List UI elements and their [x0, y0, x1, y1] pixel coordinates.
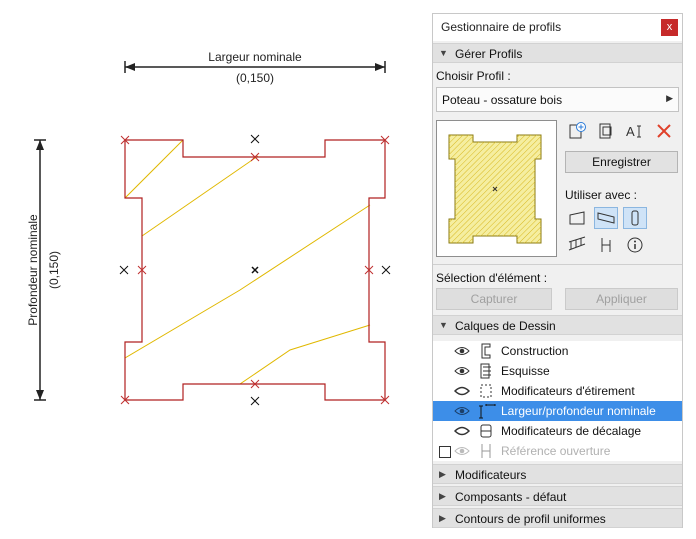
- width-label: Largeur nominale: [208, 50, 302, 64]
- depth-value: (0,150): [47, 251, 61, 289]
- profile-drawing-canvas[interactable]: Largeur nominale (0,150) Profondeur nomi…: [0, 0, 430, 539]
- layer-row-opening-reference[interactable]: Référence ouverture: [433, 441, 682, 461]
- layer-name: Esquisse: [501, 364, 550, 378]
- layer-row-offset-modifiers[interactable]: Modificateurs de décalage: [433, 421, 682, 441]
- eye-icon[interactable]: [454, 405, 470, 417]
- construction-layer-icon: [481, 343, 491, 359]
- layer-row-sketch[interactable]: Esquisse: [433, 361, 682, 381]
- uniform-contours-label: Contours de profil uniformes: [455, 512, 606, 526]
- delete-profile-icon[interactable]: [652, 120, 676, 142]
- manage-profiles-label: Gérer Profils: [455, 47, 523, 61]
- apply-button[interactable]: Appliquer: [565, 288, 678, 310]
- chevron-right-icon: ▶: [666, 93, 673, 103]
- new-profile-icon[interactable]: [565, 120, 589, 142]
- opening-reference-icon: [481, 444, 491, 458]
- choose-profile-label: Choisir Profil :: [436, 69, 511, 83]
- layers-list: Construction Esquisse Modificateurs d'ét…: [433, 341, 682, 461]
- rename-profile-icon[interactable]: A: [623, 120, 647, 142]
- element-selection-label: Sélection d'élément :: [436, 271, 548, 285]
- expand-triangle-icon: ▶: [439, 513, 446, 523]
- profile-select-value: Poteau - ossature bois: [442, 93, 563, 107]
- modifiers-label: Modificateurs: [455, 468, 527, 482]
- profile-preview-image: [448, 134, 542, 244]
- profile-select[interactable]: Poteau - ossature bois ▶: [436, 87, 679, 112]
- panel-title: Gestionnaire de profils: [441, 20, 562, 34]
- use-with-label: Utiliser avec :: [565, 188, 638, 202]
- save-button[interactable]: Enregistrer: [565, 151, 678, 173]
- beam-tool-icon[interactable]: [594, 207, 618, 229]
- layer-name: Modificateurs de décalage: [501, 424, 642, 438]
- close-button[interactable]: x: [661, 19, 678, 36]
- layer-checkbox[interactable]: [439, 446, 451, 458]
- expand-triangle-icon: ▶: [439, 491, 446, 501]
- uniform-contours-header[interactable]: ▶ Contours de profil uniformes: [433, 508, 682, 528]
- components-header[interactable]: ▶ Composants - défaut: [433, 486, 682, 506]
- sketch-layer-icon: [480, 363, 491, 379]
- offset-modifier-icon: [480, 424, 492, 438]
- layer-name: Modificateurs d'étirement: [501, 384, 635, 398]
- panel-titlebar[interactable]: Gestionnaire de profils x: [433, 14, 682, 41]
- depth-label: Profondeur nominale: [26, 214, 40, 326]
- drawing-layers-label: Calques de Dessin: [455, 319, 556, 333]
- object-tool-icon[interactable]: [594, 234, 618, 256]
- eye-icon[interactable]: [454, 365, 470, 377]
- eye-icon[interactable]: [454, 445, 470, 457]
- expand-triangle-icon: ▶: [439, 469, 446, 479]
- svg-text:A: A: [626, 124, 635, 139]
- profile-manager-panel: Gestionnaire de profils x ▼ Gérer Profil…: [432, 13, 683, 528]
- info-icon[interactable]: [623, 234, 647, 256]
- eye-closed-icon[interactable]: [454, 385, 470, 397]
- nominal-size-icon: [479, 404, 496, 419]
- collapse-triangle-icon: ▼: [439, 320, 448, 330]
- layer-row-stretch-modifiers[interactable]: Modificateurs d'étirement: [433, 381, 682, 401]
- eye-icon[interactable]: [454, 345, 470, 357]
- layer-row-construction[interactable]: Construction: [433, 341, 682, 361]
- layer-row-nominal-size[interactable]: Largeur/profondeur nominale: [433, 401, 682, 421]
- eye-closed-icon[interactable]: [454, 425, 470, 437]
- modifiers-header[interactable]: ▶ Modificateurs: [433, 464, 682, 484]
- profile-fill-lines: [124, 139, 371, 385]
- manage-profiles-header[interactable]: ▼ Gérer Profils: [433, 43, 682, 63]
- collapse-triangle-icon: ▼: [439, 48, 448, 58]
- reference-point-markers[interactable]: [119, 134, 391, 406]
- width-value: (0,150): [236, 71, 274, 85]
- capture-button[interactable]: Capturer: [436, 288, 552, 310]
- stretch-modifier-icon: [480, 384, 492, 398]
- duplicate-profile-icon[interactable]: [594, 120, 618, 142]
- wall-tool-icon[interactable]: [565, 207, 589, 229]
- layer-name: Largeur/profondeur nominale: [501, 404, 656, 418]
- railing-tool-icon[interactable]: [565, 234, 589, 256]
- layer-name: Référence ouverture: [501, 444, 611, 458]
- profile-preview: [436, 120, 557, 257]
- divider: [433, 264, 682, 265]
- components-label: Composants - défaut: [455, 490, 567, 504]
- column-tool-icon[interactable]: [623, 207, 647, 229]
- layer-name: Construction: [501, 344, 569, 358]
- drawing-layers-header[interactable]: ▼ Calques de Dessin: [433, 315, 682, 335]
